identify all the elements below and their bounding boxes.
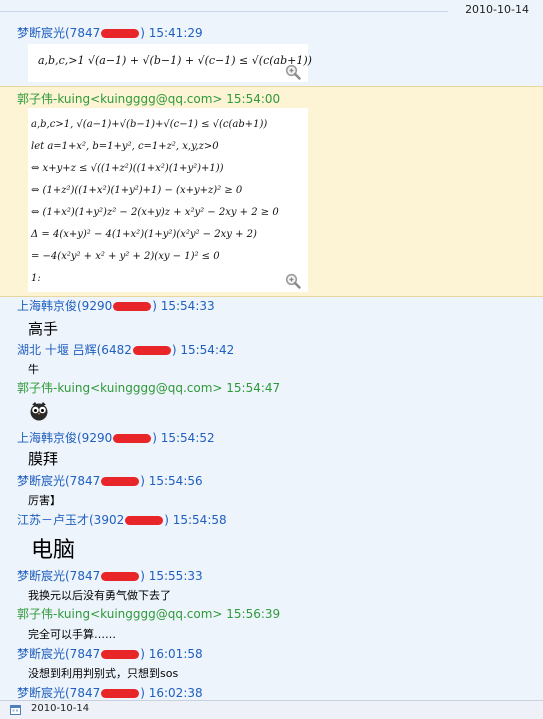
redaction-mark — [101, 650, 140, 659]
message-time: ) 15:54:58 — [164, 513, 227, 527]
formula-line: ⇔ (1+x²)(1+y²)z² − 2(x+y)z + x²y² − 2xy … — [31, 207, 279, 218]
message-text: 厉害】 — [28, 494, 61, 507]
status-bar: 2010-10-14 — [0, 700, 543, 719]
message-text: 电脑 — [31, 538, 76, 563]
message-time: ) 16:01:58 — [140, 647, 203, 661]
message-header: 湖北 十堰 吕辉(6482 ) 15:54:42 — [17, 341, 234, 358]
date-separator-line — [0, 11, 448, 12]
redaction-mark — [125, 516, 164, 525]
message-header: 郭子伟-kuing<kuingggg@qq.com> 15:56:39 — [17, 605, 280, 622]
zoom-icon[interactable] — [285, 273, 301, 289]
owl-emoticon — [30, 402, 48, 421]
message-time: ) 15:54:56 — [140, 474, 203, 488]
sender-name: 湖北 十堰 吕辉(6482 — [17, 343, 132, 357]
message-time: ) 15:54:33 — [152, 299, 215, 313]
message-text: 牛 — [28, 363, 39, 376]
highlighted-message[interactable]: 郭子伟-kuing<kuingggg@qq.com> 15:54:00 a,b,… — [0, 86, 543, 297]
message-text: 高手 — [28, 320, 59, 338]
calendar-icon[interactable] — [10, 704, 21, 715]
message-header: 上海韩京俊(9290 ) 15:54:33 — [17, 297, 215, 314]
message-header: 梦断宸光(7847 ) 15:41:29 — [17, 24, 203, 41]
redaction-mark — [101, 689, 140, 698]
sender-name: 梦断宸光(7847 — [17, 647, 101, 661]
message-header: 梦断宸光(7847 ) 15:54:56 — [17, 472, 203, 489]
sender-name: 郭子伟-kuing<kuingggg@qq.com> 15:56:39 — [17, 607, 281, 621]
formula-line: let a=1+x², b=1+y², c=1+z², x,y,z>0 — [31, 141, 219, 152]
sender-name: 梦断宸光(7847 — [17, 474, 101, 488]
redaction-mark — [101, 572, 140, 581]
date-separator: 2010-10-14 — [0, 0, 543, 22]
message-text: 没想到利用判别式，只想到sos — [28, 667, 179, 680]
message-text: 膜拜 — [28, 450, 59, 468]
message-header: 郭子伟-kuing<kuingggg@qq.com> 15:54:00 — [17, 90, 280, 107]
formula-text: a,b,c,>1 √(a−1) + √(b−1) + √(c−1) ≤ √(c(… — [38, 54, 312, 67]
message-time: ) 15:54:42 — [171, 343, 235, 357]
message-header: 梦断宸光(7847 ) 16:01:58 — [17, 645, 203, 662]
message-text: 我换元以后没有勇气做下去了 — [28, 589, 171, 602]
message-header: 上海韩京俊(9290 ) 15:54:52 — [17, 429, 215, 446]
sender-name: 郭子伟-kuing<kuingggg@qq.com> 15:54:47 — [17, 381, 281, 395]
redaction-mark — [101, 477, 140, 486]
formula-line: 1: — [31, 273, 41, 284]
formula-line: ⇔ (1+z²)((1+x²)(1+y²)+1) − (x+y+z)² ≥ 0 — [31, 185, 243, 196]
formula-line: a,b,c>1, √(a−1)+√(b−1)+√(c−1) ≤ √(c(ab+1… — [31, 119, 268, 130]
sender-name: 江苏－卢玉才(3902 — [17, 513, 125, 527]
message-header: 梦断宸光(7847 ) 16:02:38 — [17, 684, 203, 700]
formula-line: Δ = 4(x+y)² − 4(1+x²)(1+y²)(x²y² − 2xy +… — [31, 229, 257, 240]
message-header: 郭子伟-kuing<kuingggg@qq.com> 15:54:47 — [17, 379, 280, 396]
message-text: 完全可以手算…… — [28, 628, 116, 641]
message-header: 梦断宸光(7847 ) 15:55:33 — [17, 567, 203, 584]
formula-line: = −4(x²y² + x² + y² + 2)(xy − 1)² ≤ 0 — [31, 251, 220, 262]
redaction-mark — [101, 29, 140, 38]
message-time: ) 16:02:38 — [140, 686, 203, 700]
sender-name: 郭子伟-kuing<kuingggg@qq.com> 15:54:00 — [17, 92, 281, 106]
status-date: 2010-10-14 — [31, 703, 90, 714]
zoom-icon[interactable] — [285, 64, 301, 80]
message-time: ) 15:41:29 — [140, 26, 203, 40]
sender-name: 上海韩京俊(9290 — [17, 431, 113, 445]
sender-name: 梦断宸光(7847 — [17, 686, 101, 700]
message-header: 江苏－卢玉才(3902 ) 15:54:58 — [17, 511, 227, 528]
sender-name: 上海韩京俊(9290 — [17, 299, 113, 313]
redaction-mark — [113, 302, 152, 311]
redaction-mark — [113, 434, 152, 443]
formula-image[interactable]: a,b,c>1, √(a−1)+√(b−1)+√(c−1) ≤ √(c(ab+1… — [28, 108, 308, 292]
sender-name: 梦断宸光(7847 — [17, 26, 101, 40]
chat-history-panel[interactable]: 2010-10-14 梦断宸光(7847 ) 15:41:29 a,b,c,>1 … — [0, 0, 543, 700]
message-time: ) 15:54:52 — [152, 431, 215, 445]
formula-image[interactable]: a,b,c,>1 √(a−1) + √(b−1) + √(c−1) ≤ √(c(… — [28, 44, 312, 82]
formula-line: ⇔ x+y+z ≤ √((1+z²)((1+x²)(1+y²)+1)) — [31, 163, 224, 174]
redaction-mark — [132, 346, 171, 355]
formula-lines: a,b,c>1, √(a−1)+√(b−1)+√(c−1) ≤ √(c(ab+1… — [31, 114, 279, 290]
message-time: ) 15:55:33 — [140, 569, 203, 583]
date-separator-label: 2010-10-14 — [465, 3, 529, 16]
sender-name: 梦断宸光(7847 — [17, 569, 101, 583]
